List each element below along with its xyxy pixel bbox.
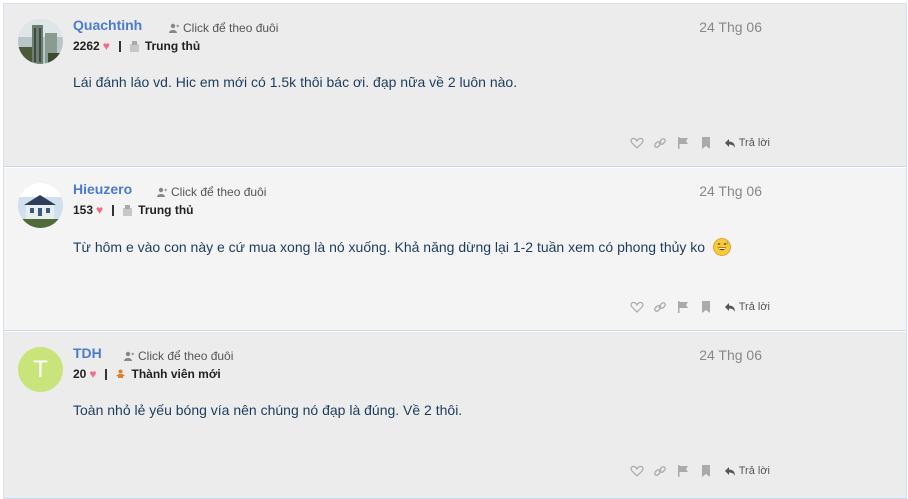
badge-icon bbox=[129, 40, 139, 52]
avatar[interactable] bbox=[18, 183, 63, 228]
badge-icon bbox=[123, 204, 133, 216]
reply-label: Trả lời bbox=[738, 137, 770, 149]
reply-button[interactable]: Trả lời bbox=[724, 301, 770, 313]
user-rank: Trung thủ bbox=[144, 39, 201, 53]
reputation-score: 2262 bbox=[73, 39, 100, 53]
comment-post: T TDH Click để theo đuôi 20 ♥ Thành viên… bbox=[4, 332, 906, 499]
divider bbox=[118, 40, 121, 52]
user-icon bbox=[124, 351, 134, 361]
user-icon bbox=[169, 23, 179, 33]
divider bbox=[112, 204, 115, 216]
reputation-score: 20 bbox=[73, 367, 87, 381]
user-meta: 2262 ♥ Trung thủ bbox=[73, 39, 200, 53]
post-actions: Trả lời bbox=[630, 464, 770, 478]
follow-button[interactable]: Click để theo đuôi bbox=[124, 349, 233, 363]
post-content: Từ hôm e vào con này e cứ mua xong là nó… bbox=[73, 238, 731, 256]
post-actions: Trả lời bbox=[630, 136, 770, 150]
follow-label: Click để theo đuôi bbox=[183, 21, 279, 35]
reply-icon bbox=[724, 139, 735, 148]
post-actions: Trả lời bbox=[630, 300, 770, 314]
link-icon[interactable] bbox=[653, 464, 667, 478]
bookmark-icon[interactable] bbox=[699, 464, 713, 478]
reply-button[interactable]: Trả lời bbox=[724, 137, 770, 149]
flag-icon[interactable] bbox=[676, 464, 690, 478]
username[interactable]: TDH bbox=[73, 345, 102, 361]
avatar[interactable]: T bbox=[18, 347, 63, 392]
follow-label: Click để theo đuôi bbox=[138, 349, 234, 363]
follow-button[interactable]: Click để theo đuôi bbox=[157, 185, 266, 199]
heart-outline-icon[interactable] bbox=[630, 136, 644, 150]
grinning-sweat-emoji-icon bbox=[713, 238, 731, 256]
user-rank: Thành viên mới bbox=[131, 367, 221, 381]
post-content: Lái đánh láo vd. Hic em mới có 1.5k thôi… bbox=[73, 74, 518, 90]
user-rank: Trung thủ bbox=[138, 203, 194, 217]
link-icon[interactable] bbox=[653, 300, 667, 314]
comment-thread: Quachtinh Click để theo đuôi 2262 ♥ Trun… bbox=[3, 3, 907, 499]
reply-label: Trả lời bbox=[738, 301, 770, 313]
user-meta: 20 ♥ Thành viên mới bbox=[73, 367, 221, 381]
divider bbox=[105, 368, 108, 380]
reply-icon bbox=[724, 467, 735, 476]
username[interactable]: Quachtinh bbox=[73, 17, 142, 33]
heart-icon: ♥ bbox=[89, 367, 97, 381]
avatar[interactable] bbox=[18, 19, 63, 64]
link-icon[interactable] bbox=[653, 136, 667, 150]
comment-post: Quachtinh Click để theo đuôi 2262 ♥ Trun… bbox=[4, 4, 906, 167]
user-meta: 153 ♥ Trung thủ bbox=[73, 203, 193, 217]
reply-button[interactable]: Trả lời bbox=[724, 465, 770, 477]
bookmark-icon[interactable] bbox=[699, 300, 713, 314]
follow-button[interactable]: Click để theo đuôi bbox=[169, 21, 278, 35]
post-date: 24 Thg 06 bbox=[699, 183, 762, 199]
post-date: 24 Thg 06 bbox=[699, 347, 762, 363]
post-text: Từ hôm e vào con này e cứ mua xong là nó… bbox=[73, 239, 706, 255]
follow-label: Click để theo đuôi bbox=[171, 185, 267, 199]
heart-icon: ♥ bbox=[96, 203, 104, 217]
reputation-score: 153 bbox=[73, 203, 94, 217]
heart-outline-icon[interactable] bbox=[630, 300, 644, 314]
username[interactable]: Hieuzero bbox=[73, 181, 132, 197]
comment-post: Hieuzero Click để theo đuôi 153 ♥ Trung … bbox=[4, 168, 906, 331]
newbie-icon bbox=[116, 369, 125, 378]
user-icon bbox=[157, 187, 167, 197]
flag-icon[interactable] bbox=[676, 136, 690, 150]
heart-icon: ♥ bbox=[102, 39, 110, 53]
post-content: Toàn nhỏ lẻ yếu bóng vía nên chúng nó đạ… bbox=[73, 402, 463, 418]
reply-label: Trả lời bbox=[738, 465, 770, 477]
post-date: 24 Thg 06 bbox=[699, 19, 762, 35]
heart-outline-icon[interactable] bbox=[630, 464, 644, 478]
flag-icon[interactable] bbox=[676, 300, 690, 314]
bookmark-icon[interactable] bbox=[699, 136, 713, 150]
reply-icon bbox=[724, 303, 735, 312]
